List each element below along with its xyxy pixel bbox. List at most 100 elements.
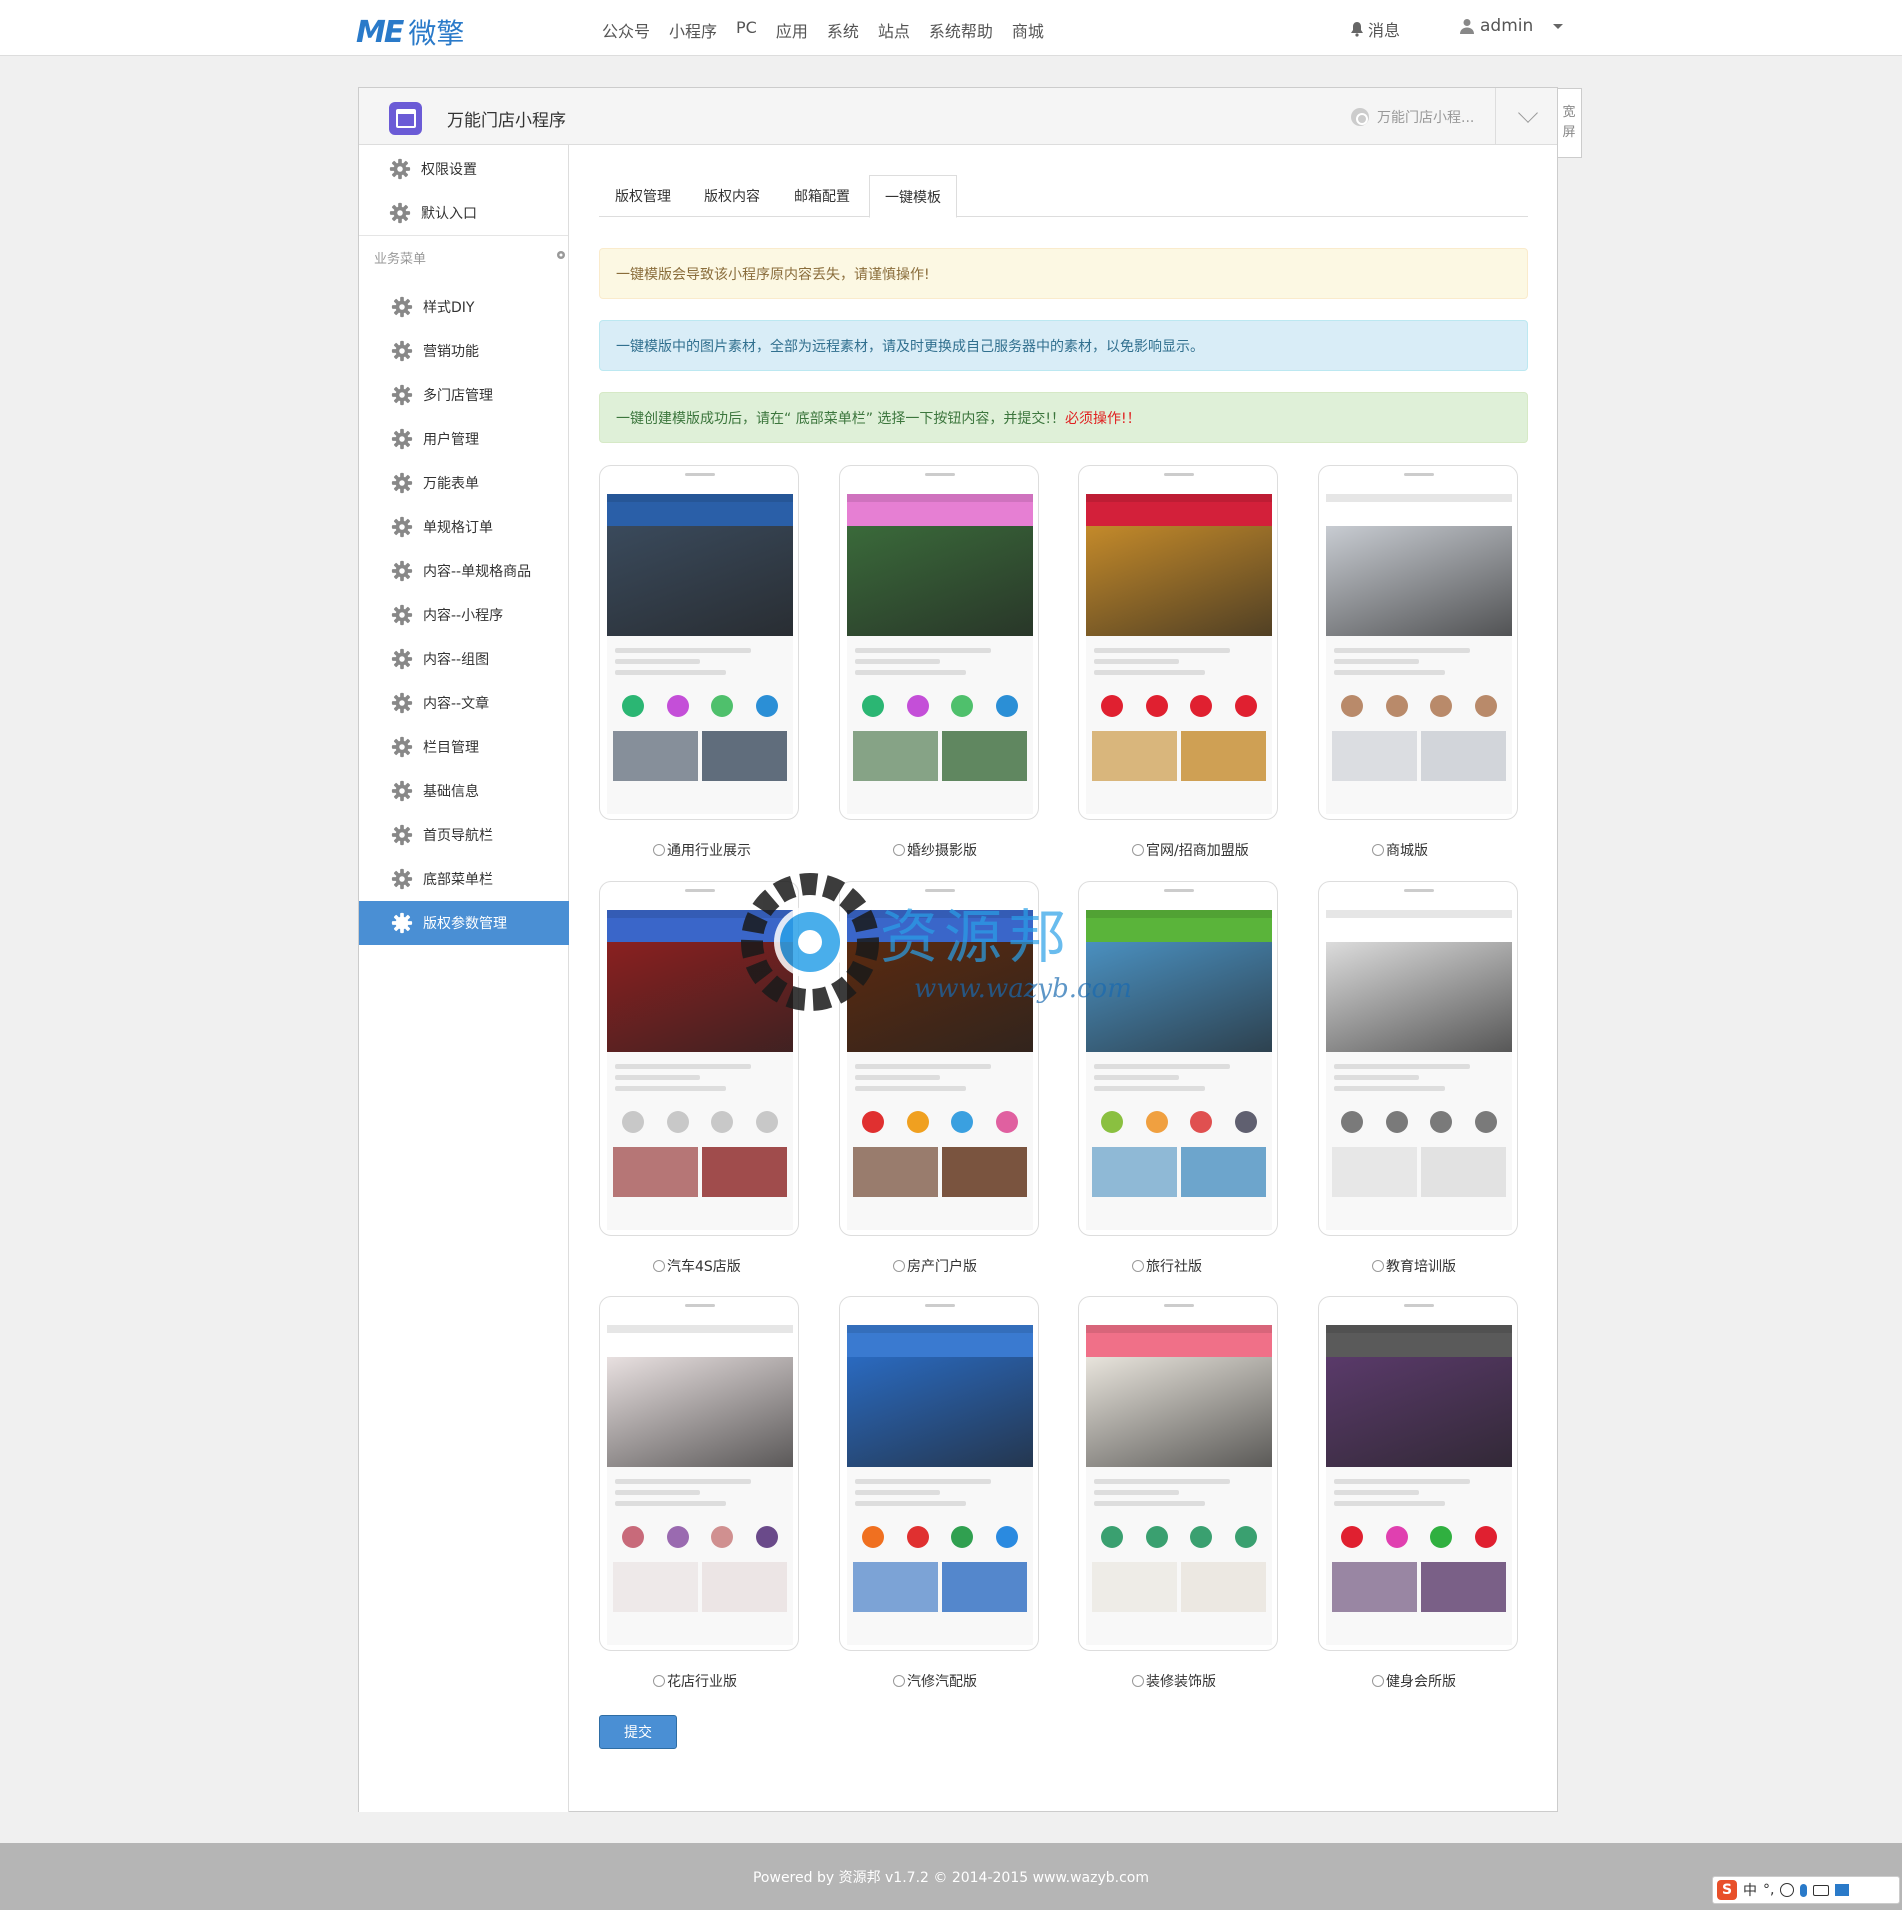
sidebar-menu-item-13[interactable]: 底部菜单栏: [359, 857, 569, 901]
screen-title-bar: [1326, 502, 1512, 526]
logo[interactable]: ME 微擎: [356, 12, 464, 52]
sidebar-menu-item-10[interactable]: 栏目管理: [359, 725, 569, 769]
ime-toolbar[interactable]: S 中 °,: [1712, 1876, 1900, 1904]
template-radio[interactable]: [1132, 1675, 1144, 1687]
template-option[interactable]: 旅行社版: [1132, 1256, 1202, 1276]
sidebar-menu-item-6[interactable]: 内容--单规格商品: [359, 549, 569, 593]
template-option[interactable]: 汽修汽配版: [893, 1671, 977, 1691]
template-preview[interactable]: [1078, 881, 1278, 1236]
template-preview[interactable]: [599, 881, 799, 1236]
template-option[interactable]: 商城版: [1372, 840, 1428, 860]
nav-mall[interactable]: 商城: [1012, 18, 1044, 42]
nav-official-account[interactable]: 公众号: [602, 18, 650, 42]
ime-lang[interactable]: 中: [1743, 1880, 1757, 1900]
template-label: 健身会所版: [1386, 1674, 1456, 1690]
app-icon-3: [1474, 1526, 1497, 1548]
app-icon-0: [1341, 1111, 1364, 1133]
sidebar-menu-item-7[interactable]: 内容--小程序: [359, 593, 569, 637]
skin-icon[interactable]: [1835, 1884, 1850, 1896]
chevron-down-icon[interactable]: [1518, 103, 1538, 123]
template-radio[interactable]: [653, 1675, 665, 1687]
user-menu[interactable]: admin: [1460, 16, 1564, 36]
screen-title-bar: [1086, 918, 1272, 942]
app-icon-0: [1101, 1111, 1124, 1133]
template-preview[interactable]: [839, 465, 1039, 820]
sidebar-menu-item-11[interactable]: 基础信息: [359, 769, 569, 813]
nav-system[interactable]: 系统: [827, 18, 859, 42]
sidebar-menu-item-2[interactable]: 多门店管理: [359, 373, 569, 417]
template-option[interactable]: 房产门户版: [893, 1256, 977, 1276]
phone-screen: [1086, 910, 1272, 1230]
phone-screen: [1326, 910, 1512, 1230]
template-radio[interactable]: [1372, 1675, 1384, 1687]
template-option[interactable]: 健身会所版: [1372, 1671, 1456, 1691]
tab-copyright-management[interactable]: 版权管理: [599, 175, 687, 217]
app-icon-0: [862, 1526, 885, 1548]
template-preview[interactable]: [1318, 465, 1518, 820]
nav-site[interactable]: 站点: [878, 18, 910, 42]
screen-tiles: [1086, 1141, 1272, 1203]
template-preview[interactable]: [1078, 465, 1278, 820]
nav-mini-program[interactable]: 小程序: [669, 18, 717, 42]
sidebar-menu-item-8[interactable]: 内容--组图: [359, 637, 569, 681]
punctuation-icon[interactable]: °,: [1763, 1882, 1774, 1898]
template-radio[interactable]: [1372, 1260, 1384, 1272]
template-option[interactable]: 汽车4S店版: [653, 1256, 741, 1276]
template-radio[interactable]: [893, 1675, 905, 1687]
template-option[interactable]: 装修装饰版: [1132, 1671, 1216, 1691]
template-radio[interactable]: [653, 844, 665, 856]
template-preview[interactable]: [839, 1296, 1039, 1651]
sidebar-menu-item-12[interactable]: 首页导航栏: [359, 813, 569, 857]
template-preview[interactable]: [599, 1296, 799, 1651]
sidebar-item-label: 内容--小程序: [423, 608, 504, 624]
template-preview[interactable]: [1318, 881, 1518, 1236]
sidebar-menu-item-9[interactable]: 内容--文章: [359, 681, 569, 725]
screen-info: [1326, 636, 1512, 687]
app-icon-3: [1234, 1111, 1257, 1133]
emoji-icon[interactable]: [1780, 1883, 1795, 1897]
template-radio[interactable]: [893, 844, 905, 856]
template-radio[interactable]: [893, 1260, 905, 1272]
tab-copyright-content[interactable]: 版权内容: [687, 175, 777, 217]
phone-screen: [607, 494, 793, 814]
template-option[interactable]: 官网/招商加盟版: [1132, 840, 1249, 860]
wide-screen-button[interactable]: 宽 屏: [1556, 88, 1582, 158]
template-option[interactable]: 教育培训版: [1372, 1256, 1456, 1276]
nav-apps[interactable]: 应用: [776, 18, 808, 42]
template-radio[interactable]: [653, 1260, 665, 1272]
tab-email-config[interactable]: 邮箱配置: [777, 175, 867, 217]
template-option[interactable]: 婚纱摄影版: [893, 840, 977, 860]
sidebar-menu-item-4[interactable]: 万能表单: [359, 461, 569, 505]
gear-icon: [391, 868, 413, 890]
tab-one-click-template[interactable]: 一键模板: [869, 175, 957, 218]
template-radio[interactable]: [1132, 1260, 1144, 1272]
sidebar-menu-item-14[interactable]: 版权参数管理: [359, 901, 569, 945]
nav-pc[interactable]: PC: [736, 18, 757, 42]
template-option[interactable]: 花店行业版: [653, 1671, 737, 1691]
sidebar-menu-item-0[interactable]: 样式DIY: [359, 285, 569, 329]
microphone-icon[interactable]: [1800, 1883, 1808, 1897]
app-switcher[interactable]: 万能门店小程...: [1351, 107, 1474, 127]
phone-speaker: [685, 1304, 715, 1307]
gear-icon: [391, 472, 413, 494]
sidebar-menu-item-3[interactable]: 用户管理: [359, 417, 569, 461]
template-option[interactable]: 通用行业展示: [653, 840, 751, 860]
gear-icon[interactable]: [555, 249, 567, 261]
nav-help[interactable]: 系统帮助: [929, 18, 993, 42]
template-preview[interactable]: [839, 881, 1039, 1236]
template-radio[interactable]: [1132, 844, 1144, 856]
template-label: 通用行业展示: [667, 843, 751, 859]
sidebar-item-0[interactable]: 权限设置: [359, 147, 569, 191]
app-icon-3: [995, 1526, 1018, 1548]
template-preview[interactable]: [1318, 1296, 1518, 1651]
messages-link[interactable]: 消息: [1350, 17, 1400, 41]
template-preview[interactable]: [599, 465, 799, 820]
sidebar-menu-item-5[interactable]: 单规格订单: [359, 505, 569, 549]
sidebar-menu-item-1[interactable]: 营销功能: [359, 329, 569, 373]
sidebar-item-1[interactable]: 默认入口: [359, 191, 569, 235]
keyboard-icon[interactable]: [1813, 1884, 1830, 1896]
template-preview[interactable]: [1078, 1296, 1278, 1651]
phone-speaker: [1164, 473, 1194, 476]
template-radio[interactable]: [1372, 844, 1384, 856]
submit-button[interactable]: 提交: [599, 1715, 677, 1749]
